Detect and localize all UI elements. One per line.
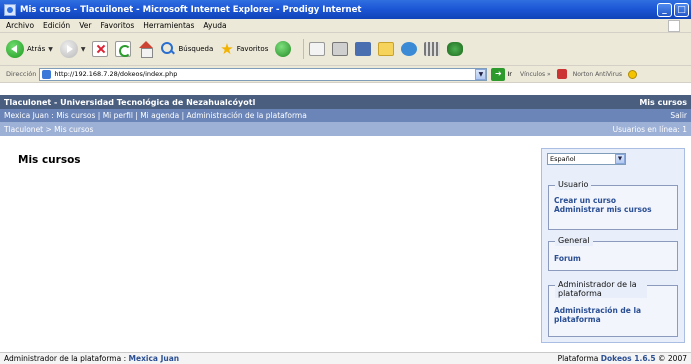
refresh-icon [115,41,132,57]
menu-edicion[interactable]: Edición [43,21,70,30]
stop-button[interactable] [92,41,109,57]
back-label: Atrás [27,45,46,53]
butterfly-icon [447,42,464,56]
search-label: Búsqueda [178,45,214,53]
folder-icon [378,42,395,56]
address-extras: Vínculos » Norton AntiVirus [520,69,638,79]
user-nav-links[interactable]: Mexica Juan : Mis cursos | Mi perfil | M… [4,111,307,120]
page-title: Mis cursos [18,154,81,166]
menu-favoritos[interactable]: Favoritos [100,21,134,30]
header-section: Mis cursos [639,97,687,107]
section-usuario: Usuario Crear un curso Administrar mis c… [548,180,678,230]
logout-link[interactable]: Salir [670,111,687,120]
edit-icon [355,42,372,56]
norton-icon[interactable] [628,69,638,79]
page-icon [42,69,52,79]
section-title: General [555,236,593,246]
search-icon [161,42,175,56]
language-value: Español [550,155,576,163]
stop-icon [92,41,109,57]
star-icon: ★ [220,39,234,58]
minimize-button[interactable]: _ [657,2,672,17]
standard-toolbar: Atrás ▼ ▼ Búsqueda ★ Favoritos [0,33,691,66]
windows-flag-icon [668,20,680,32]
folder-button[interactable] [378,42,395,56]
go-label: Ir [507,70,512,78]
chevron-down-icon: ▼ [80,45,86,53]
favorites-button[interactable]: ★ Favoritos [220,39,269,58]
back-button[interactable]: Atrás ▼ [6,40,53,58]
edit-button[interactable] [355,42,372,56]
home-button[interactable] [138,41,154,58]
research-button[interactable] [424,42,441,56]
messenger-icon [401,42,418,56]
footer-copyright: © 2007 [658,354,687,363]
address-input[interactable]: http://192.168.7.28/dokeos/index.php ▼ [39,67,488,81]
admin-name-link[interactable]: Mexica Juan [129,354,180,363]
maximize-button[interactable]: □ [674,2,689,17]
history-button[interactable] [275,41,292,57]
research-icon [424,42,441,56]
print-button[interactable] [332,42,349,56]
messenger-button[interactable] [401,42,418,56]
menu-archivo[interactable]: Archivo [6,21,34,30]
footer-platform-prefix: Plataforma [557,354,599,363]
back-arrow-icon [6,40,24,58]
section-title: Administrador de la plataforma [555,280,647,298]
platform-link[interactable]: Dokeos 1.6.5 [601,354,656,363]
msn-butterfly-button[interactable] [447,42,464,56]
footer-platform: Plataforma Dokeos 1.6.5 © 2007 [558,354,687,363]
breadcrumb-bar: Tlaculonet > Mis cursos Usuarios en líne… [0,122,691,136]
history-icon [275,41,292,57]
sidebar-menu: Español ▼ Usuario Crear un curso Adminis… [541,148,685,343]
links-button[interactable]: Vínculos » [520,71,551,78]
menu-ayuda[interactable]: Ayuda [203,21,226,30]
forward-arrow-icon [59,40,78,58]
go-arrow-icon: ➜ [491,67,506,81]
user-nav-bar: Mexica Juan : Mis cursos | Mi perfil | M… [0,109,691,122]
create-course-link[interactable]: Crear un curso [554,196,672,205]
links-label: Vínculos [519,70,546,78]
manage-courses-link[interactable]: Administrar mis cursos [554,205,672,214]
links-chevron: » [547,70,551,78]
page-footer: Administrador de la plataforma : Mexica … [0,352,691,364]
printer-icon [332,42,349,56]
favorites-label: Favoritos [236,45,269,53]
menu-bar: Archivo Edición Ver Favoritos Herramient… [0,19,691,33]
address-label: Dirección [6,70,37,78]
platform-admin-link[interactable]: Administración de la plataforma [554,306,672,324]
address-bar: Dirección http://192.168.7.28/dokeos/ind… [0,66,691,83]
menu-herramientas[interactable]: Herramientas [143,21,194,30]
ie-icon [4,3,16,16]
home-icon [138,41,154,58]
section-title: Usuario [555,180,592,190]
chevron-down-icon[interactable]: ▼ [475,68,487,80]
breadcrumb[interactable]: Tlaculonet > Mis cursos [4,125,93,134]
address-url: http://192.168.7.28/dokeos/index.php [54,70,178,78]
window-controls: _ □ [657,2,689,17]
tools-icon[interactable] [556,69,567,79]
section-admin: Administrador de la plataforma Administr… [548,280,678,337]
site-header: Tlaculonet - Universidad Tecnológica de … [0,95,691,109]
section-general: General Forum [548,236,678,271]
mail-button[interactable] [309,42,326,56]
mail-icon [309,42,326,56]
search-button[interactable]: Búsqueda [161,42,213,56]
chevron-down-icon: ▼ [615,154,625,164]
go-button[interactable]: ➜ Ir [491,67,512,81]
footer-admin-prefix: Administrador de la plataforma : [4,354,127,363]
online-users: Usuarios en línea: 1 [612,124,687,134]
menu-ver[interactable]: Ver [79,21,91,30]
language-select[interactable]: Español ▼ [547,153,626,165]
forward-button[interactable]: ▼ [59,40,86,58]
window-title: Mis cursos - Tlacuilonet - Microsoft Int… [20,4,362,15]
forum-link[interactable]: Forum [554,254,672,263]
site-name: Tlaculonet - Universidad Tecnológica de … [4,97,256,107]
toolbar-separator [303,39,305,59]
footer-admin: Administrador de la plataforma : Mexica … [4,354,179,363]
refresh-button[interactable] [115,41,132,57]
chevron-down-icon: ▼ [48,45,53,53]
norton-label[interactable]: Norton AntiVirus [573,71,622,78]
window-title-bar: Mis cursos - Tlacuilonet - Microsoft Int… [0,0,691,19]
